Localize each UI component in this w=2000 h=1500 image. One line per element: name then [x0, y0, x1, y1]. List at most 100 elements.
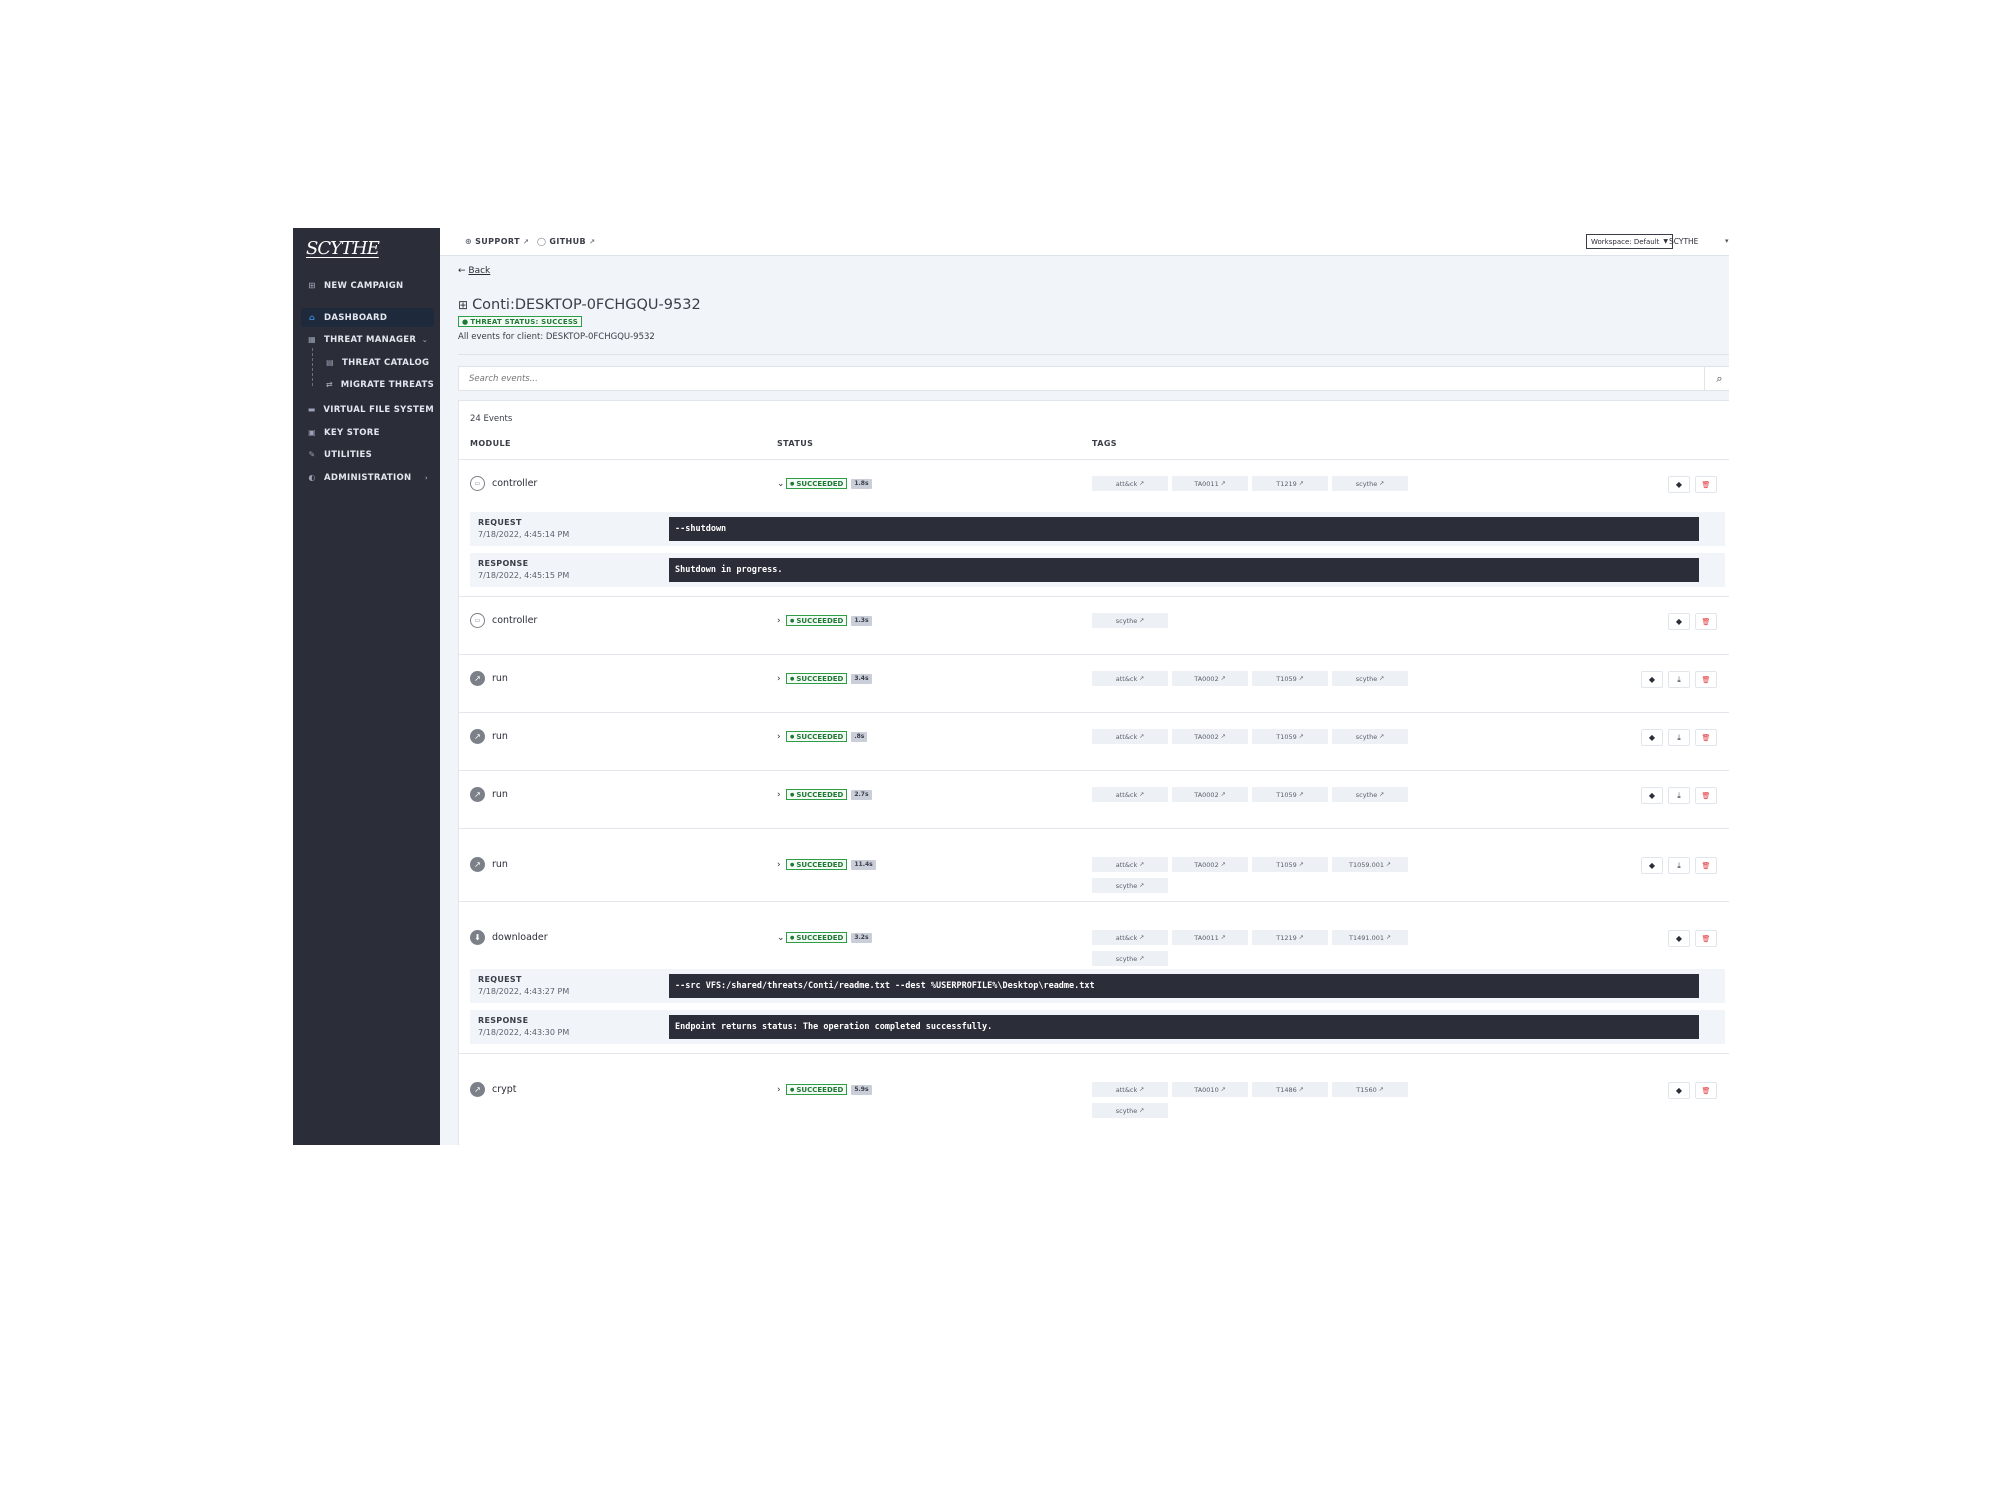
download-button[interactable]: ⤓	[1668, 729, 1690, 746]
external-link-icon: ↗	[1139, 1086, 1145, 1093]
tag-link[interactable]: att&ck ↗	[1092, 787, 1168, 802]
tag-link[interactable]: T1486 ↗	[1252, 1082, 1328, 1097]
chevron-right-icon[interactable]: ›	[777, 616, 786, 626]
chevron-down-icon[interactable]: ⌄	[777, 479, 786, 489]
tag-button[interactable]: ◆	[1668, 930, 1690, 947]
crypt-icon: ↗	[470, 1082, 485, 1097]
tag-link[interactable]: T1219 ↗	[1252, 476, 1328, 491]
tag-button[interactable]: ◆	[1668, 613, 1690, 630]
chevron-right-icon[interactable]: ›	[777, 860, 786, 870]
tag-button[interactable]: ◆	[1641, 787, 1663, 804]
delete-button[interactable]: 🗑	[1695, 729, 1717, 746]
tag-label: att&ck	[1115, 933, 1138, 942]
column-header-module[interactable]: MODULE	[470, 439, 511, 448]
tag-label: att&ck	[1115, 1085, 1138, 1094]
event-tags: att&ck ↗ TA0010 ↗ T1486 ↗ T1560 ↗ scythe ↗	[1092, 1082, 1412, 1118]
sidebar-item-virtual-file-system[interactable]: ▬ VIRTUAL FILE SYSTEM	[301, 400, 434, 419]
chevron-down-icon[interactable]: ⌄	[777, 933, 786, 943]
search-button[interactable]: ⌕	[1704, 367, 1729, 390]
status-succeeded-badge: ● SUCCEEDED	[786, 615, 848, 626]
sidebar-item-key-store[interactable]: ▣ KEY STORE	[301, 423, 434, 442]
tag-link[interactable]: scythe ↗	[1332, 787, 1408, 802]
tag-link[interactable]: att&ck ↗	[1092, 857, 1168, 872]
tag-link[interactable]: TA0002 ↗	[1172, 671, 1248, 686]
tag-link[interactable]: T1560 ↗	[1332, 1082, 1408, 1097]
delete-button[interactable]: 🗑	[1695, 787, 1717, 804]
tag-button[interactable]: ◆	[1668, 476, 1690, 493]
column-header-status[interactable]: STATUS	[777, 439, 813, 448]
delete-button[interactable]: 🗑	[1695, 1082, 1717, 1099]
delete-button[interactable]: 🗑	[1695, 613, 1717, 630]
tag-link[interactable]: scythe ↗	[1092, 951, 1168, 966]
delete-button[interactable]: 🗑	[1695, 476, 1717, 493]
tag-link[interactable]: T1491.001 ↗	[1332, 930, 1408, 945]
tag-link[interactable]: att&ck ↗	[1092, 1082, 1168, 1097]
sidebar-item-dashboard[interactable]: ⌂ DASHBOARD	[301, 308, 434, 327]
back-link[interactable]: ← Back	[458, 266, 490, 276]
tag-link[interactable]: scythe ↗	[1332, 476, 1408, 491]
tag-link[interactable]: T1219 ↗	[1252, 930, 1328, 945]
tag-link[interactable]: TA0011 ↗	[1172, 930, 1248, 945]
user-menu[interactable]: SCYTHE	[1669, 237, 1698, 246]
request-label: REQUEST	[478, 518, 522, 527]
search-icon: ⌕	[1716, 371, 1723, 385]
sidebar-item-utilities[interactable]: ✎ UTILITIES	[301, 445, 434, 464]
download-button[interactable]: ⤓	[1668, 671, 1690, 688]
column-header-tags[interactable]: TAGS	[1092, 439, 1117, 448]
event-status: › ● SUCCEEDED 5.9s	[777, 1084, 872, 1095]
sidebar-item-threat-catalog[interactable]: ▤ THREAT CATALOG	[319, 353, 434, 372]
tag-link[interactable]: scythe ↗	[1332, 729, 1408, 744]
tag-link[interactable]: att&ck ↗	[1092, 671, 1168, 686]
delete-button[interactable]: 🗑	[1695, 930, 1717, 947]
external-link-icon: ↗	[1298, 934, 1304, 941]
tag-link[interactable]: TA0002 ↗	[1172, 729, 1248, 744]
search-input[interactable]	[459, 367, 1704, 390]
event-status: ⌄ ● SUCCEEDED 3.2s	[777, 932, 872, 943]
chevron-right-icon[interactable]: ›	[777, 674, 786, 684]
tag-link[interactable]: T1059.001 ↗	[1332, 857, 1408, 872]
support-link[interactable]: ⊛ SUPPORT ↗	[465, 237, 529, 246]
tag-link[interactable]: att&ck ↗	[1092, 930, 1168, 945]
tag-link[interactable]: TA0002 ↗	[1172, 857, 1248, 872]
tag-label: T1059	[1276, 674, 1297, 683]
chevron-right-icon[interactable]: ›	[777, 790, 786, 800]
tag-button[interactable]: ◆	[1641, 857, 1663, 874]
tag-link[interactable]: TA0010 ↗	[1172, 1082, 1248, 1097]
tag-button[interactable]: ◆	[1641, 729, 1663, 746]
tag-link[interactable]: TA0002 ↗	[1172, 787, 1248, 802]
tag-link[interactable]: T1059 ↗	[1252, 857, 1328, 872]
tag-link[interactable]: T1059 ↗	[1252, 671, 1328, 686]
tag-link[interactable]: scythe ↗	[1092, 613, 1168, 628]
sidebar-item-migrate-threats[interactable]: ⇄ MIGRATE THREATS	[319, 375, 434, 394]
download-button[interactable]: ⤓	[1668, 857, 1690, 874]
tag-link[interactable]: T1059 ↗	[1252, 729, 1328, 744]
page-title: ⊞ Conti:DESKTOP-0FCHGQU-9532	[458, 297, 701, 313]
tag-link[interactable]: TA0011 ↗	[1172, 476, 1248, 491]
sidebar-item-new-campaign[interactable]: ⊞ NEW CAMPAIGN	[301, 276, 434, 295]
duration-badge: 1.8s	[851, 478, 872, 489]
tag-link[interactable]: att&ck ↗	[1092, 729, 1168, 744]
sidebar-item-administration[interactable]: ◐ ADMINISTRATION ›	[301, 468, 434, 487]
tag-link[interactable]: att&ck ↗	[1092, 476, 1168, 491]
delete-button[interactable]: 🗑	[1695, 857, 1717, 874]
tag-button[interactable]: ◆	[1668, 1082, 1690, 1099]
download-button[interactable]: ⤓	[1668, 787, 1690, 804]
status-succeeded-label: SUCCEEDED	[796, 1085, 844, 1094]
caret-down-icon[interactable]: ▾	[1725, 237, 1729, 245]
workspace-select[interactable]: Workspace: Default ▼	[1586, 234, 1674, 249]
tag-link[interactable]: scythe ↗	[1332, 671, 1408, 686]
github-link[interactable]: ◯ GITHUB ↗	[537, 237, 595, 246]
github-icon: ◯	[537, 237, 547, 246]
scythe-logo[interactable]: SCYTHE	[306, 238, 380, 259]
sidebar-item-threat-manager[interactable]: ▦ THREAT MANAGER ⌄	[301, 330, 434, 349]
delete-button[interactable]: 🗑	[1695, 671, 1717, 688]
chevron-right-icon[interactable]: ›	[777, 1085, 786, 1095]
tag-link[interactable]: scythe ↗	[1092, 878, 1168, 893]
tag-link[interactable]: scythe ↗	[1092, 1103, 1168, 1118]
page-subtitle: All events for client: DESKTOP-0FCHGQU-9…	[458, 332, 655, 342]
external-link-icon: ↗	[1379, 675, 1385, 682]
tag-button[interactable]: ◆	[1641, 671, 1663, 688]
duration-badge: 5.9s	[851, 1084, 872, 1095]
chevron-right-icon[interactable]: ›	[777, 732, 786, 742]
tag-link[interactable]: T1059 ↗	[1252, 787, 1328, 802]
